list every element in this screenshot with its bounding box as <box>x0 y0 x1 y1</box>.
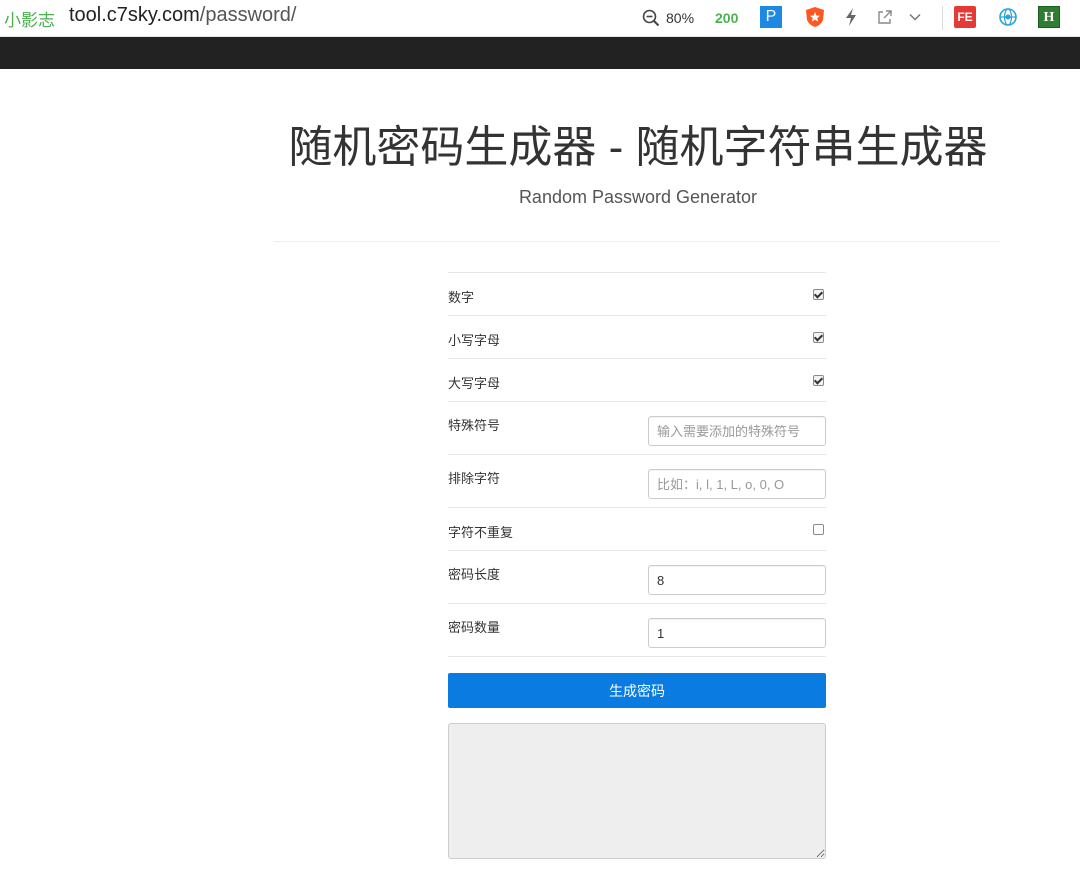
password-options-form: 数字 小写字母 大写字母 特殊符号 排除字符 字符不重复 密码长度 密码数量 <box>448 272 826 657</box>
option-row-length: 密码长度 <box>448 550 826 603</box>
page-title: 随机密码生成器 - 随机字符串生成器 <box>288 123 988 172</box>
header-divider <box>274 241 1000 242</box>
url-path: /password/ <box>199 4 297 26</box>
uppercase-label: 大写字母 <box>448 376 501 391</box>
option-row-lowercase: 小写字母 <box>448 315 826 358</box>
p-extension-icon[interactable]: P <box>760 6 782 28</box>
password-count-input[interactable] <box>648 618 826 648</box>
address-bar-url[interactable]: tool.c7sky.com/password/ <box>69 4 297 27</box>
globe-extension-icon[interactable] <box>997 6 1019 28</box>
shield-extension-icon[interactable] <box>804 6 826 28</box>
digits-label: 数字 <box>448 290 475 305</box>
page-subtitle: Random Password Generator <box>518 187 758 207</box>
option-row-count: 密码数量 <box>448 603 826 656</box>
special-label: 特殊符号 <box>448 418 501 433</box>
form-divider <box>448 656 826 657</box>
uppercase-checkbox[interactable] <box>813 375 824 386</box>
lowercase-label: 小写字母 <box>448 333 501 348</box>
option-row-digits: 数字 <box>448 272 826 315</box>
special-chars-input[interactable] <box>648 416 826 446</box>
zoom-icon <box>642 9 660 27</box>
length-label: 密码长度 <box>448 567 501 582</box>
password-length-input[interactable] <box>648 565 826 595</box>
lowercase-checkbox[interactable] <box>813 332 824 343</box>
generate-password-button[interactable]: 生成密码 <box>448 673 826 708</box>
zoom-level: 80% <box>666 10 695 26</box>
option-row-exclude: 排除字符 <box>448 454 826 507</box>
browser-toolbar: 小影志 tool.c7sky.com/password/ 80% 200 P F… <box>0 0 1080 37</box>
site-navbar <box>0 37 1080 69</box>
exclude-chars-input[interactable] <box>648 469 826 499</box>
option-row-special: 特殊符号 <box>448 401 826 454</box>
chevron-down-icon[interactable] <box>908 10 922 24</box>
status-badge[interactable]: 200 <box>715 8 738 28</box>
h-extension-icon[interactable]: H <box>1038 6 1060 28</box>
bolt-icon[interactable] <box>842 7 860 27</box>
count-label: 密码数量 <box>448 620 501 635</box>
toolbar-divider <box>942 6 943 30</box>
no-repeat-label: 字符不重复 <box>448 525 514 540</box>
no-repeat-checkbox[interactable] <box>813 524 824 535</box>
exclude-label: 排除字符 <box>448 471 501 486</box>
password-output-textarea[interactable] <box>448 723 826 859</box>
fe-extension-icon[interactable]: FE <box>954 6 976 28</box>
option-row-uppercase: 大写字母 <box>448 358 826 401</box>
url-host: tool.c7sky.com <box>69 4 200 26</box>
digits-checkbox[interactable] <box>813 289 824 300</box>
site-brand[interactable]: 小影志 <box>4 6 55 31</box>
option-row-no-repeat: 字符不重复 <box>448 507 826 550</box>
share-icon[interactable] <box>876 8 894 26</box>
